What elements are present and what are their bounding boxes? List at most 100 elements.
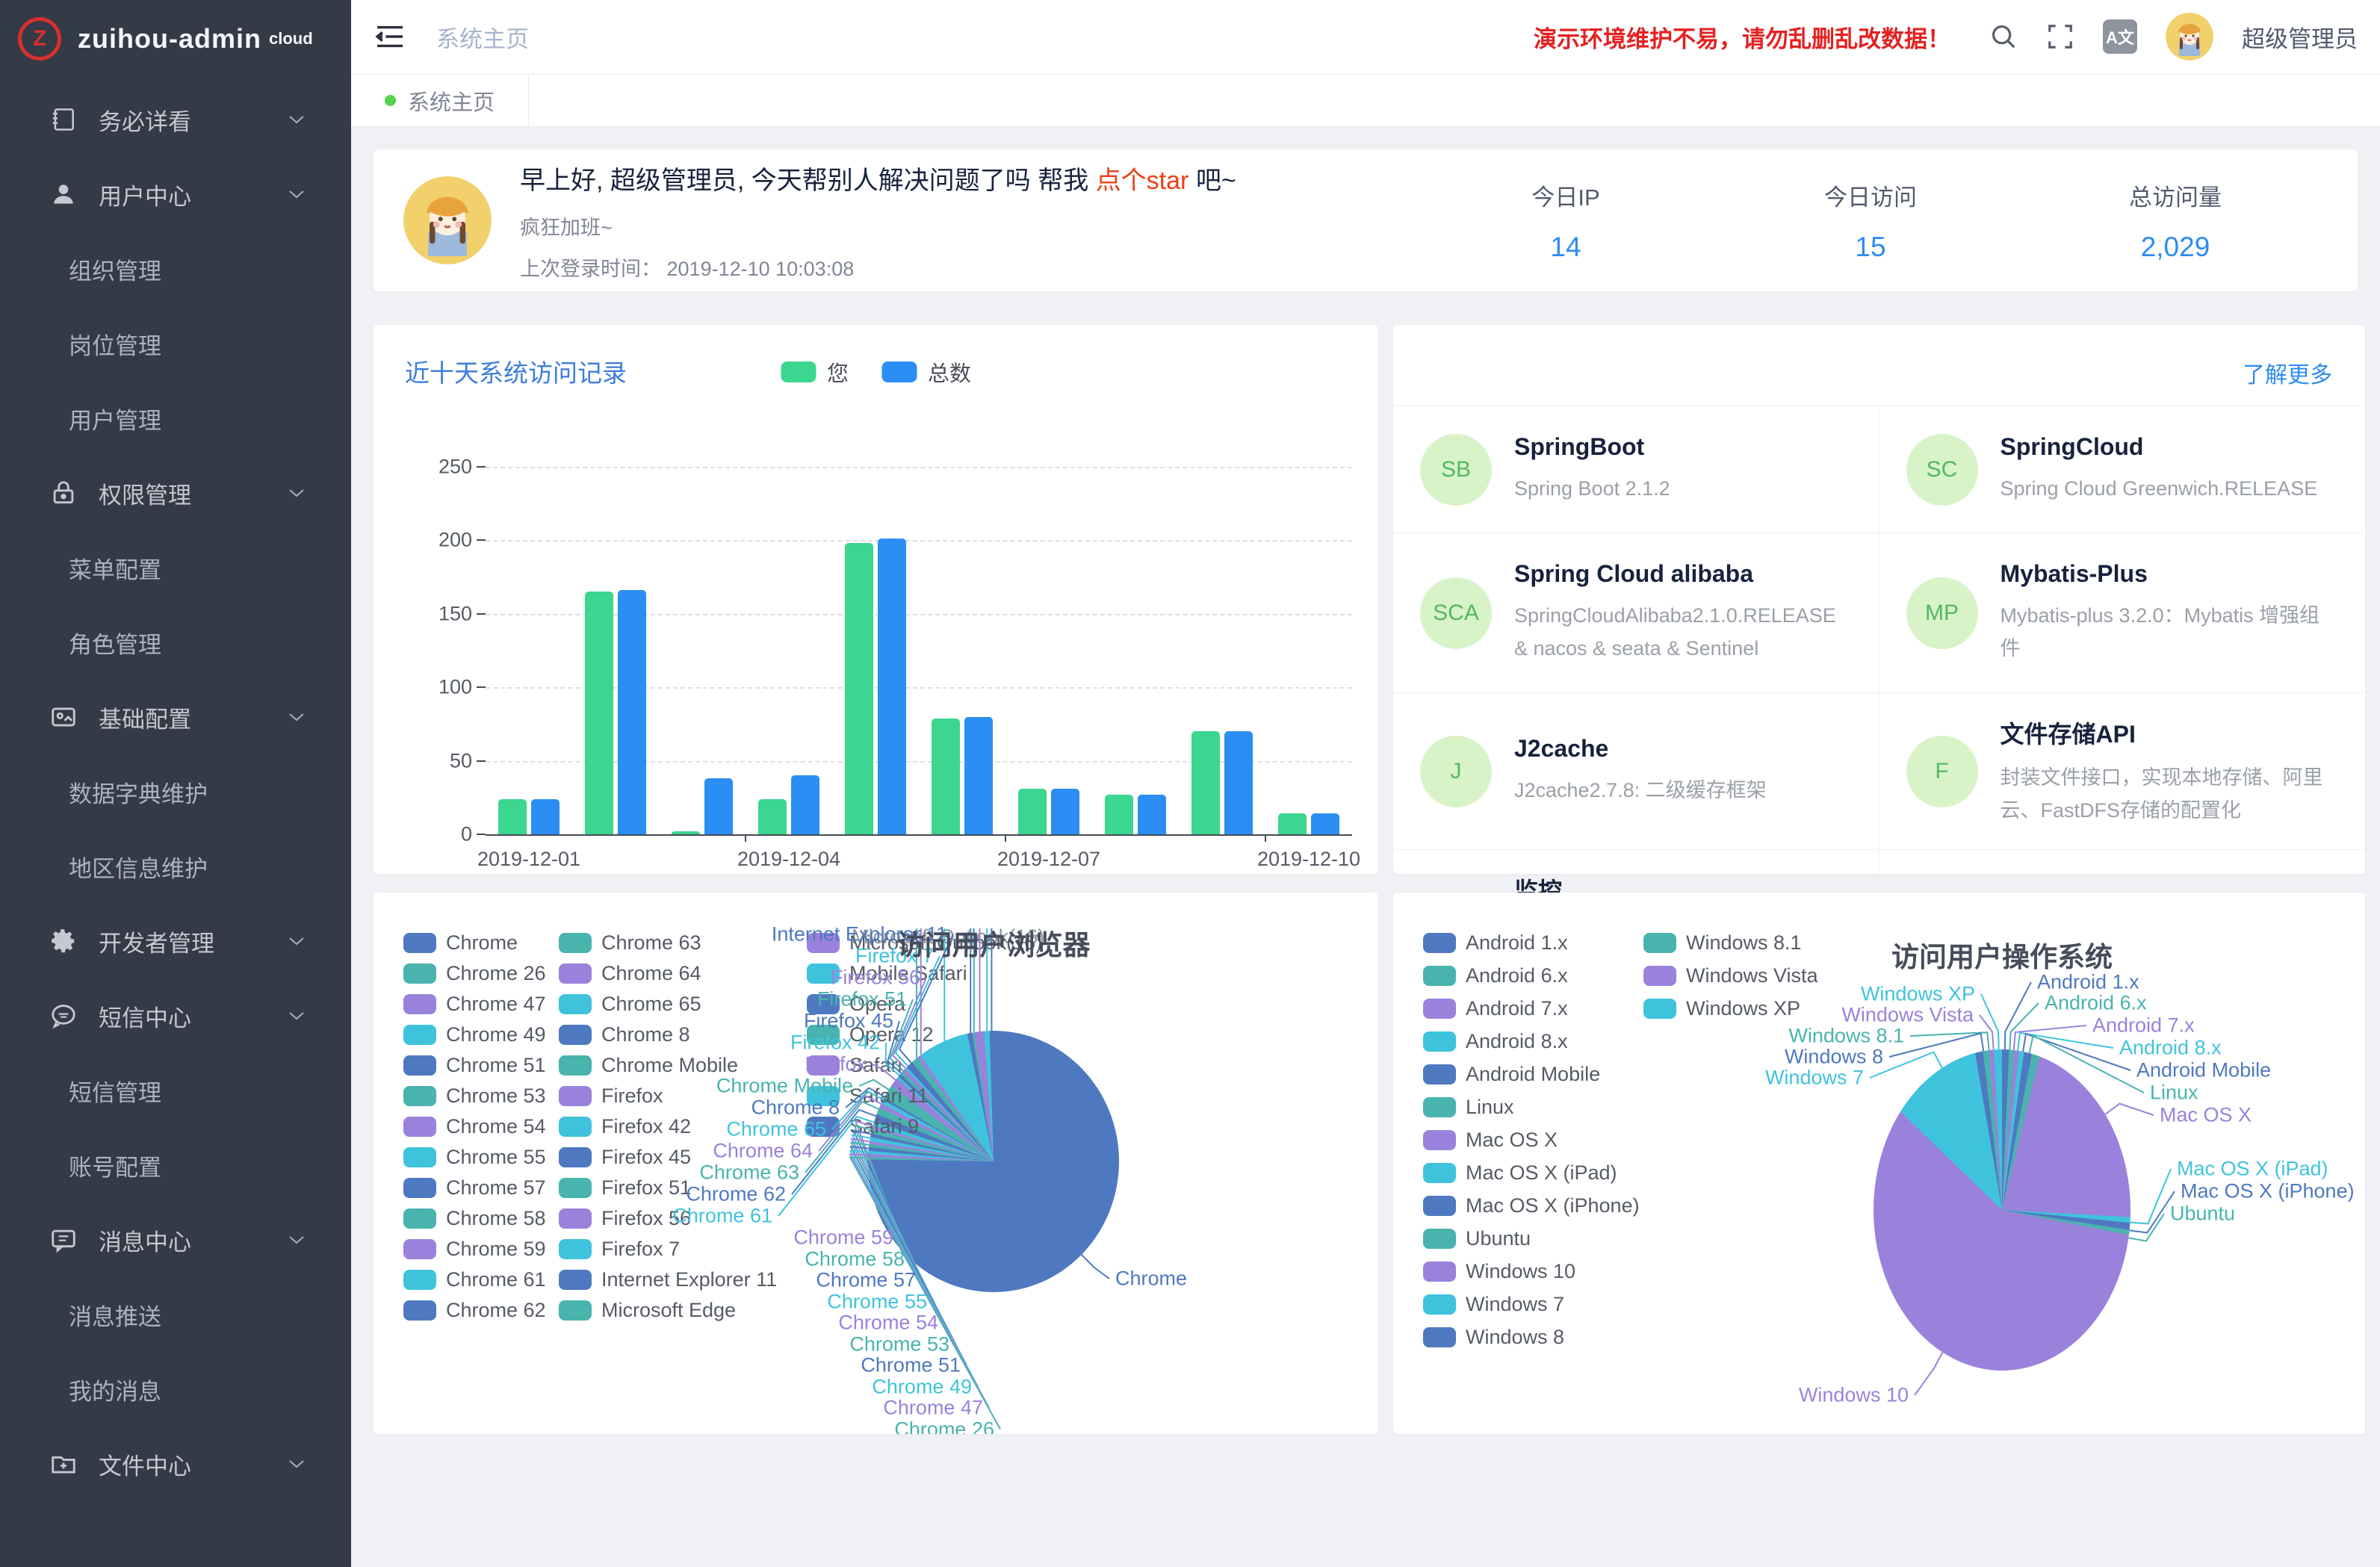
legend-item[interactable]: Chrome 26 — [403, 962, 546, 985]
feature-j2cache[interactable]: J J2cacheJ2cache2.7.8: 二级缓存框架 — [1393, 692, 1879, 849]
pie-slice-label: Chrome 57 — [816, 1269, 916, 1292]
x-tick — [1005, 834, 1006, 842]
pie-chart[interactable] — [868, 1031, 1119, 1292]
sidebar-item-dict-maintain[interactable]: 数据字典维护 — [0, 754, 351, 829]
legend-item[interactable]: Android Mobile — [1423, 1063, 1600, 1086]
sidebar-item-role-mgmt[interactable]: 角色管理 — [0, 605, 351, 680]
legend-item[interactable]: Windows XP — [1643, 997, 1800, 1020]
legend-item[interactable]: Firefox 45 — [559, 1146, 691, 1169]
legend-item[interactable]: Chrome 65 — [559, 993, 701, 1016]
legend-item[interactable]: Chrome 58 — [403, 1207, 546, 1230]
search-icon[interactable] — [1989, 22, 2018, 51]
legend-item[interactable]: Chrome 8 — [559, 1023, 690, 1046]
legend-item[interactable]: Linux — [1423, 1096, 1514, 1119]
legend-item[interactable]: Chrome 49 — [403, 1023, 546, 1046]
legend-item[interactable]: Chrome 55 — [403, 1146, 546, 1169]
legend-label: Chrome 49 — [446, 1023, 546, 1046]
sidebar-item-developer[interactable]: 开发者管理 — [0, 904, 351, 978]
legend-label: Mac OS X — [1466, 1129, 1558, 1152]
feature-file-storage-api[interactable]: F 文件存储API封装文件接口，实现本地存储、阿里云、FastDFS存储的配置化 — [1879, 692, 2366, 849]
legend-item[interactable]: Chrome — [403, 931, 518, 955]
sidebar-item-sms-center[interactable]: 短信中心 — [0, 978, 351, 1053]
legend-item[interactable]: Internet Explorer 11 — [559, 1268, 777, 1291]
sidebar-item-must-read[interactable]: 务必详看 — [0, 82, 351, 157]
legend-item[interactable]: 总数 — [881, 356, 971, 388]
avatar[interactable] — [2166, 13, 2213, 60]
pie-chart[interactable] — [1874, 1049, 2130, 1371]
pie-slice-label: Chrome 54 — [838, 1312, 938, 1335]
legend-item[interactable]: Chrome 64 — [559, 962, 701, 985]
legend-item[interactable]: Mac OS X (iPhone) — [1423, 1194, 1640, 1217]
sidebar-item-permission[interactable]: 权限管理 — [0, 456, 351, 530]
fullscreen-icon[interactable] — [2046, 22, 2074, 51]
sidebar-item-org-mgmt[interactable]: 组织管理 — [0, 232, 351, 306]
pie-slice-label: Firefox 45 — [804, 1010, 893, 1033]
tab-active-dot — [385, 95, 396, 106]
sidebar-item-sms-mgmt[interactable]: 短信管理 — [0, 1053, 351, 1128]
sidebar-item-region-maintain[interactable]: 地区信息维护 — [0, 829, 351, 904]
legend-item[interactable]: Firefox — [559, 1085, 663, 1108]
legend-item[interactable]: Mac OS X — [1423, 1129, 1558, 1152]
feature-abbr-badge: SCA — [1420, 577, 1492, 649]
sidebar-item-user-center[interactable]: 用户中心 — [0, 157, 351, 232]
legend-item[interactable]: Android 1.x — [1423, 931, 1568, 955]
learn-more-link[interactable]: 了解更多 — [2243, 356, 2332, 389]
legend-item[interactable]: Windows 10 — [1423, 1260, 1575, 1283]
menu-fold-icon[interactable] — [375, 24, 405, 49]
legend-item[interactable]: Chrome 47 — [403, 993, 546, 1016]
legend-item[interactable]: Chrome 54 — [403, 1115, 546, 1138]
legend-item[interactable]: Chrome 53 — [403, 1085, 546, 1108]
legend-item[interactable]: Microsoft Edge — [559, 1299, 736, 1322]
legend-item[interactable]: 您 — [781, 356, 849, 388]
pie-slice-label: Mac OS X (iPad) — [2177, 1158, 2328, 1181]
app-logo[interactable]: Z zuihou-admin cloud — [0, 0, 351, 78]
legend-item[interactable]: Firefox 51 — [559, 1176, 691, 1200]
feature-springcloud[interactable]: SC SpringCloudSpring Cloud Greenwich.REL… — [1879, 406, 2366, 533]
bar-segment — [1138, 795, 1166, 834]
greeting-card: 早上好, 超级管理员, 今天帮别人解决问题了吗 帮我 点个star 吧~ 疯狂加… — [374, 149, 2358, 291]
star-link[interactable]: 点个star — [1096, 167, 1189, 195]
legend-item[interactable]: Windows 7 — [1423, 1293, 1564, 1316]
legend-item[interactable]: Firefox 7 — [559, 1238, 680, 1261]
sidebar-item-user-mgmt[interactable]: 用户管理 — [0, 381, 351, 456]
pie-slice-label: Windows 7 — [1765, 1067, 1864, 1090]
legend-item[interactable]: Windows 8.1 — [1643, 931, 1802, 955]
translate-icon[interactable]: A文 — [2103, 19, 2137, 54]
legend-item[interactable]: Mac OS X (iPad) — [1423, 1161, 1617, 1185]
legend-item[interactable]: Chrome 62 — [403, 1299, 546, 1322]
sidebar-item-account-config[interactable]: 账号配置 — [0, 1128, 351, 1203]
tab-home[interactable]: 系统主页 — [351, 75, 529, 126]
breadcrumb[interactable]: 系统主页 — [436, 20, 529, 54]
legend-item[interactable]: Firefox 56 — [559, 1207, 691, 1230]
legend-item[interactable]: Chrome Mobile — [559, 1054, 738, 1077]
legend-swatch — [1423, 1294, 1456, 1315]
legend-item[interactable]: Firefox 42 — [559, 1115, 691, 1138]
legend-item[interactable]: Windows 8 — [1423, 1326, 1564, 1349]
legend-item[interactable]: Windows Vista — [1643, 964, 1818, 987]
current-user-name[interactable]: 超级管理员 — [2242, 20, 2358, 54]
legend-item[interactable]: Android 6.x — [1423, 964, 1568, 987]
sidebar-item-post-mgmt[interactable]: 岗位管理 — [0, 306, 351, 381]
sidebar-item-msg-push[interactable]: 消息推送 — [0, 1277, 351, 1352]
legend-item[interactable]: Chrome 61 — [403, 1268, 546, 1291]
chevron-down-icon — [288, 936, 305, 946]
y-axis-label: 150 — [438, 602, 472, 625]
legend-swatch — [403, 1270, 436, 1290]
feature-springboot[interactable]: SB SpringBootSpring Boot 2.1.2 — [1393, 406, 1879, 533]
sidebar-item-message-center[interactable]: 消息中心 — [0, 1203, 351, 1277]
legend-item[interactable]: Chrome 63 — [559, 931, 701, 955]
sidebar-item-basic-config[interactable]: 基础配置 — [0, 680, 351, 754]
legend-item[interactable]: Android 8.x — [1423, 1030, 1568, 1053]
legend-item[interactable]: Android 7.x — [1423, 997, 1568, 1020]
feature-mybatis-plus[interactable]: MP Mybatis-PlusMybatis-plus 3.2.0：Mybati… — [1879, 533, 2366, 692]
sidebar-item-file-center[interactable]: 文件中心 — [0, 1427, 351, 1501]
legend-item[interactable]: Chrome 57 — [403, 1176, 546, 1200]
legend-label: Chrome 8 — [601, 1023, 690, 1046]
feature-spring-cloud-alibaba[interactable]: SCA Spring Cloud alibabaSpringCloudAliba… — [1393, 533, 1879, 692]
legend-item[interactable]: Ubuntu — [1423, 1227, 1531, 1250]
legend-item[interactable]: Chrome 51 — [403, 1054, 546, 1077]
notebook-icon — [49, 105, 78, 134]
sidebar-item-menu-config[interactable]: 菜单配置 — [0, 530, 351, 605]
sidebar-item-my-messages[interactable]: 我的消息 — [0, 1352, 351, 1427]
legend-item[interactable]: Chrome 59 — [403, 1238, 546, 1261]
